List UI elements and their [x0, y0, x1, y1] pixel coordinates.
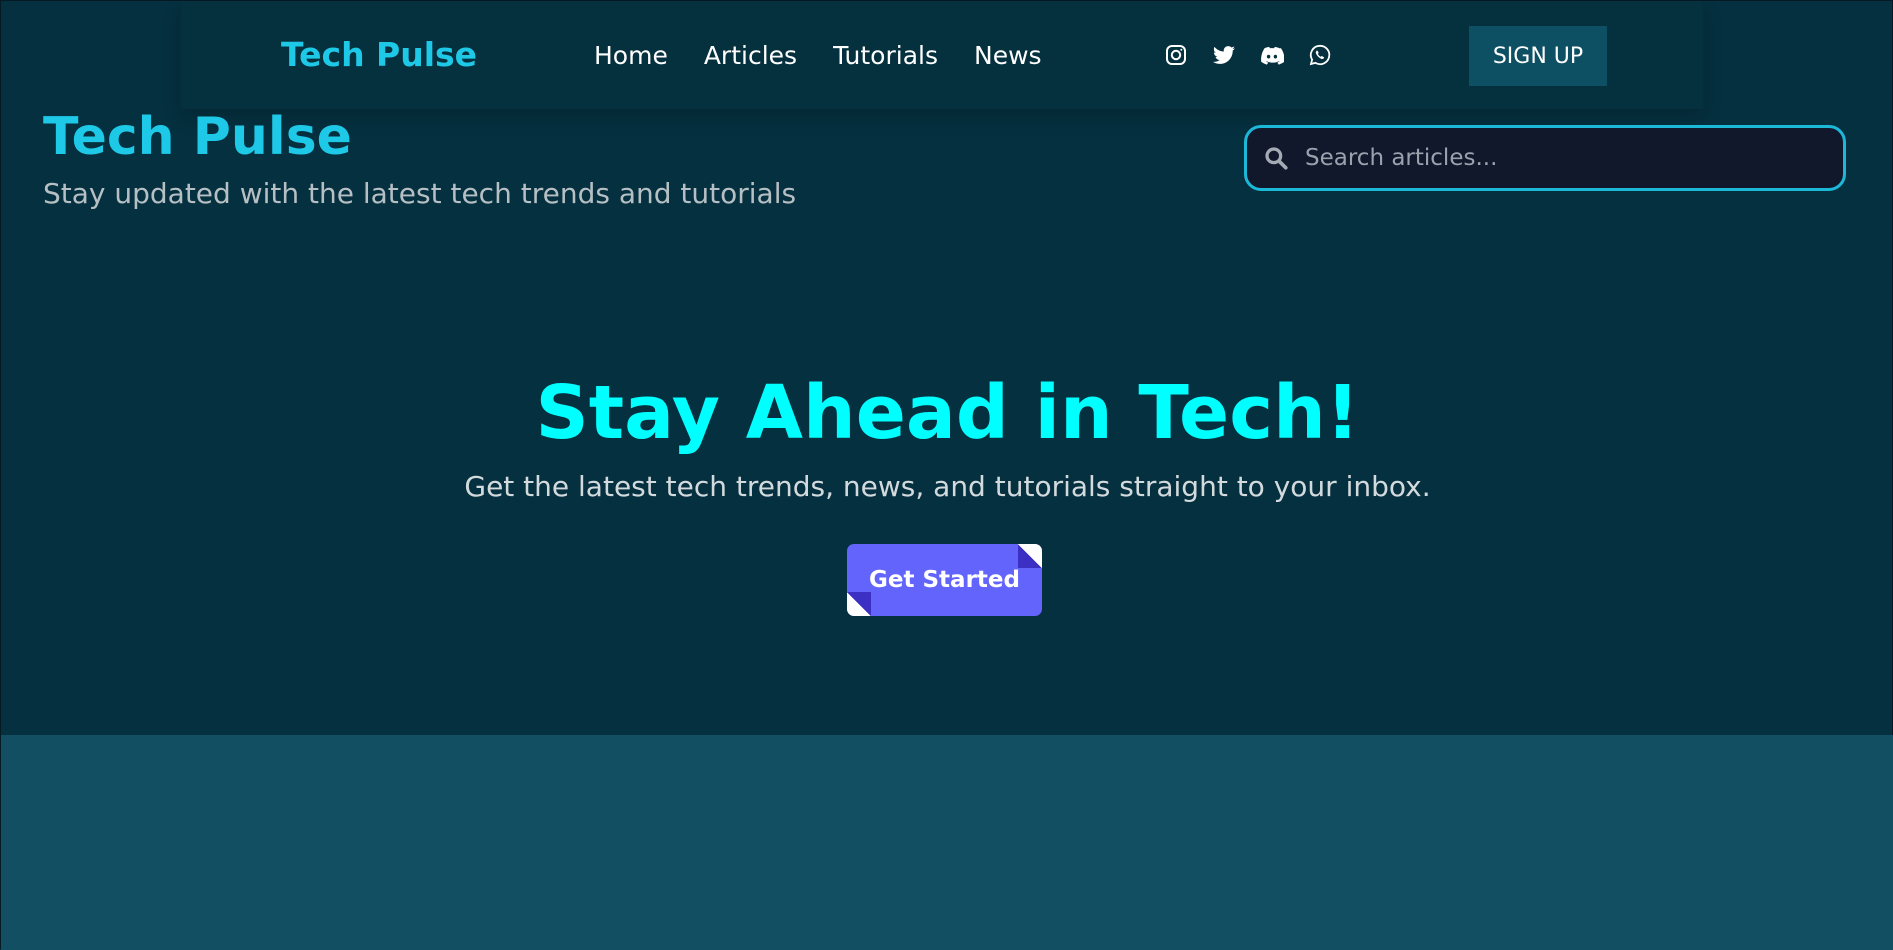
social-icons: [1164, 43, 1332, 67]
nav-links: Home Articles Tutorials News: [594, 39, 1042, 73]
nav-link-tutorials[interactable]: Tutorials: [833, 39, 938, 73]
nav-brand-logo[interactable]: Tech Pulse: [281, 35, 477, 75]
discord-icon[interactable]: [1260, 43, 1284, 67]
search-input[interactable]: [1305, 138, 1827, 178]
hero-heading: Stay Ahead in Tech!: [535, 370, 1360, 456]
nav-link-articles[interactable]: Articles: [704, 39, 797, 73]
signup-button[interactable]: SIGN UP: [1469, 26, 1607, 86]
nav-link-news[interactable]: News: [974, 39, 1042, 73]
twitter-icon[interactable]: [1212, 43, 1236, 67]
search-box[interactable]: [1244, 125, 1846, 191]
instagram-icon[interactable]: [1164, 43, 1188, 67]
site-title: Tech Pulse: [43, 107, 352, 167]
hero-subheading: Get the latest tech trends, news, and tu…: [464, 470, 1431, 503]
navbar: Tech Pulse Home Articles Tutorials News …: [181, 1, 1703, 109]
site-tagline: Stay updated with the latest tech trends…: [43, 177, 797, 210]
get-started-button[interactable]: Get Started: [847, 544, 1042, 616]
lower-section: [1, 735, 1893, 950]
corner-fold-bottom-left: [847, 592, 871, 616]
search-icon: [1265, 147, 1288, 170]
get-started-label: Get Started: [869, 567, 1020, 593]
nav-link-home[interactable]: Home: [594, 39, 668, 73]
whatsapp-icon[interactable]: [1308, 43, 1332, 67]
corner-fold-top-right: [1018, 544, 1042, 568]
